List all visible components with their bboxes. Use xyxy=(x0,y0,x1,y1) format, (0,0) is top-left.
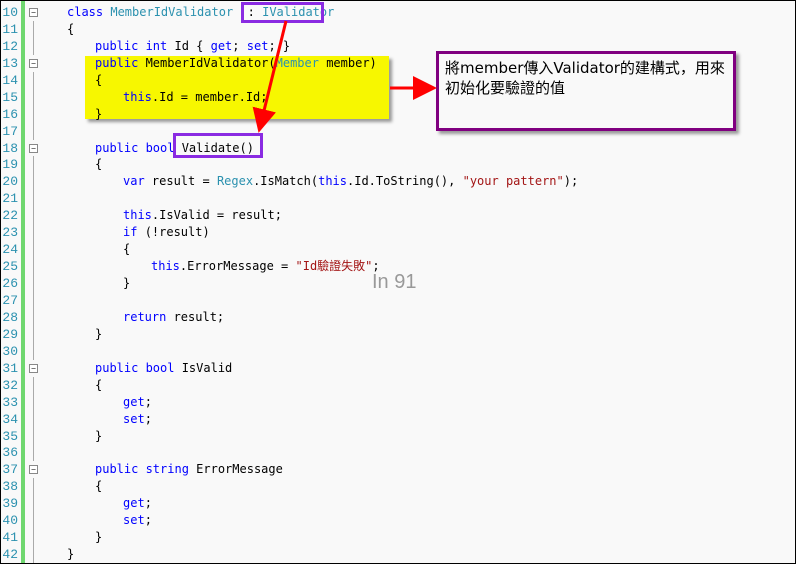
watermark: In 91 xyxy=(372,271,417,293)
code-editor: 10−11 12 13−14 15 16 17 18−19 20 21 22 23 24 25 26 27 2… xyxy=(0,0,796,564)
arrow-interface-to-validate xyxy=(252,20,288,133)
